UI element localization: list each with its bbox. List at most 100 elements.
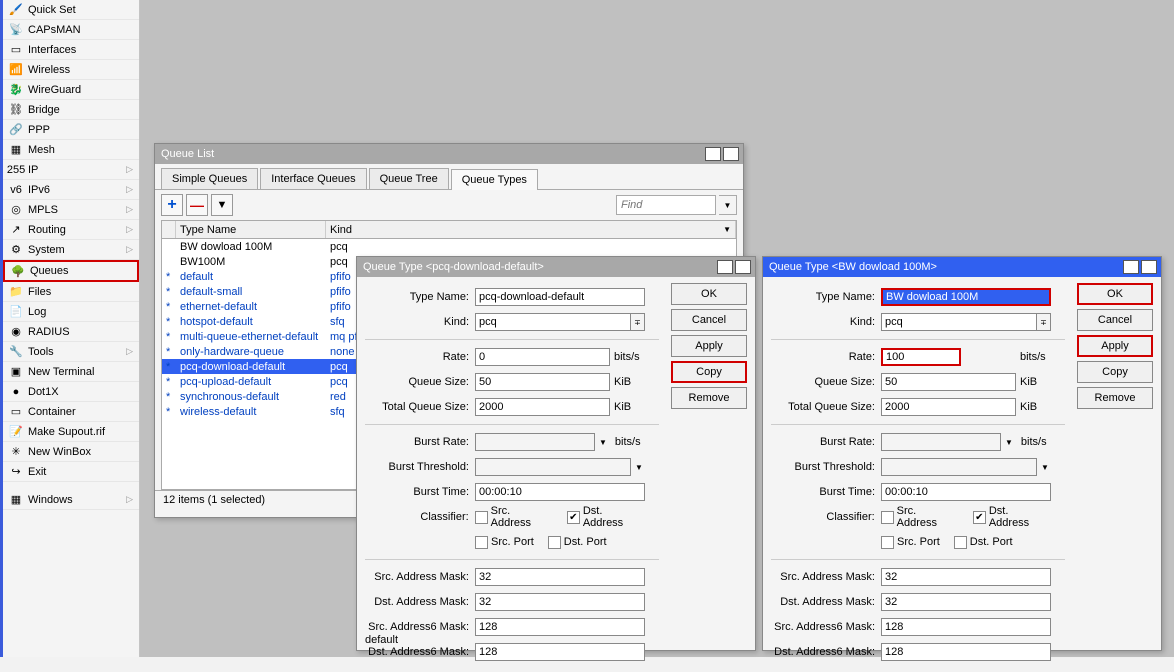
sidebar-item-wireless[interactable]: 📶Wireless xyxy=(3,60,139,80)
window-restore-button[interactable]: ▫ xyxy=(717,260,733,274)
sidebar-item-radius[interactable]: ◉RADIUS xyxy=(3,322,139,342)
sidebar-item-ppp[interactable]: 🔗PPP xyxy=(3,120,139,140)
sidebar-item-system[interactable]: ⚙System▷ xyxy=(3,240,139,260)
sidebar-label: PPP xyxy=(28,124,50,136)
window-restore-button[interactable]: ▫ xyxy=(1123,260,1139,274)
window-titlebar[interactable]: Queue Type <BW dowload 100M> ▫ ✕ xyxy=(763,257,1161,277)
sidebar-item-exit[interactable]: ↪Exit xyxy=(3,462,139,482)
remove-button[interactable]: Remove xyxy=(1077,387,1153,409)
sidebar-item-bridge[interactable]: ⛓Bridge xyxy=(3,100,139,120)
cancel-button[interactable]: Cancel xyxy=(671,309,747,331)
copy-button[interactable]: Copy xyxy=(671,361,747,383)
burst-threshold-input[interactable] xyxy=(475,458,631,476)
dst6-mask-input[interactable] xyxy=(475,643,645,661)
kind-input[interactable] xyxy=(881,313,1037,331)
dst-port-checkbox[interactable] xyxy=(548,536,561,549)
label: Burst Time: xyxy=(365,486,475,498)
burst-rate-input[interactable] xyxy=(881,433,1001,451)
dst-mask-input[interactable] xyxy=(475,593,645,611)
burst-rate-input[interactable] xyxy=(475,433,595,451)
dst-port-checkbox[interactable] xyxy=(954,536,967,549)
sidebar-item-dot1x[interactable]: ●Dot1X xyxy=(3,382,139,402)
sidebar-item-ip[interactable]: 255IP▷ xyxy=(3,160,139,180)
sidebar-item-new-winbox[interactable]: ✳New WinBox xyxy=(3,442,139,462)
col-type-name[interactable]: Type Name xyxy=(176,221,326,238)
sidebar-item-routing[interactable]: ↗Routing▷ xyxy=(3,220,139,240)
sidebar-item-mesh[interactable]: ▦Mesh xyxy=(3,140,139,160)
total-queue-size-input[interactable] xyxy=(881,398,1016,416)
sidebar-label: New WinBox xyxy=(28,446,91,458)
sidebar-item-tools[interactable]: 🔧Tools▷ xyxy=(3,342,139,362)
queue-size-input[interactable] xyxy=(475,373,610,391)
sidebar-item-quick-set[interactable]: 🖌️Quick Set xyxy=(3,0,139,20)
col-kind[interactable]: Kind▼ xyxy=(326,221,736,238)
dst-mask-input[interactable] xyxy=(881,593,1051,611)
window-close-button[interactable]: ✕ xyxy=(723,147,739,161)
filter-button[interactable]: ▼ xyxy=(211,194,233,216)
sidebar-item-container[interactable]: ▭Container xyxy=(3,402,139,422)
rate-input[interactable] xyxy=(881,348,961,366)
src-address-checkbox[interactable] xyxy=(881,511,894,524)
remove-button[interactable]: — xyxy=(186,194,208,216)
kind-input[interactable] xyxy=(475,313,631,331)
remove-button[interactable]: Remove xyxy=(671,387,747,409)
tab-simple-queues[interactable]: Simple Queues xyxy=(161,168,258,189)
sidebar-item-files[interactable]: 📁Files xyxy=(3,282,139,302)
src-port-checkbox[interactable] xyxy=(881,536,894,549)
queue-size-input[interactable] xyxy=(881,373,1016,391)
label: Kind: xyxy=(365,316,475,328)
apply-button[interactable]: Apply xyxy=(1077,335,1153,357)
find-input[interactable] xyxy=(616,195,716,215)
label: Dst. Address xyxy=(583,505,645,529)
dst6-mask-input[interactable] xyxy=(881,643,1051,661)
sidebar-item-new-terminal[interactable]: ▣New Terminal xyxy=(3,362,139,382)
sidebar-item-interfaces[interactable]: ▭Interfaces xyxy=(3,40,139,60)
sidebar-item-mpls[interactable]: ◎MPLS▷ xyxy=(3,200,139,220)
tab-queue-tree[interactable]: Queue Tree xyxy=(369,168,449,189)
sidebar-item-capsman[interactable]: 📡CAPsMAN xyxy=(3,20,139,40)
total-queue-size-input[interactable] xyxy=(475,398,610,416)
sidebar-item-ipv6[interactable]: v6IPv6▷ xyxy=(3,180,139,200)
label: Src. Address6 Mask: xyxy=(365,621,475,633)
apply-button[interactable]: Apply xyxy=(671,335,747,357)
window-restore-button[interactable]: ▫ xyxy=(705,147,721,161)
src6-mask-input[interactable] xyxy=(475,618,645,636)
src-mask-input[interactable] xyxy=(475,568,645,586)
rate-input[interactable] xyxy=(475,348,610,366)
dst-address-checkbox[interactable]: ✔ xyxy=(973,511,986,524)
ok-button[interactable]: OK xyxy=(1077,283,1153,305)
src6-mask-input[interactable] xyxy=(881,618,1051,636)
copy-button[interactable]: Copy xyxy=(1077,361,1153,383)
add-button[interactable]: + xyxy=(161,194,183,216)
kind-dropdown[interactable]: ∓ xyxy=(631,313,645,331)
burst-time-input[interactable] xyxy=(475,483,645,501)
type-name-input[interactable] xyxy=(881,288,1051,306)
dst-address-checkbox[interactable]: ✔ xyxy=(567,511,580,524)
menu-icon: 🌳 xyxy=(11,264,25,278)
cancel-button[interactable]: Cancel xyxy=(1077,309,1153,331)
sidebar-item-wireguard[interactable]: 🐉WireGuard xyxy=(3,80,139,100)
src-port-checkbox[interactable] xyxy=(475,536,488,549)
window-close-button[interactable]: ✕ xyxy=(735,260,751,274)
sidebar-item-queues[interactable]: 🌳Queues xyxy=(3,260,139,282)
burst-time-input[interactable] xyxy=(881,483,1051,501)
find-dropdown[interactable]: ▼ xyxy=(719,195,737,215)
sidebar-item-make-supout.rif[interactable]: 📝Make Supout.rif xyxy=(3,422,139,442)
tab-queue-types[interactable]: Queue Types xyxy=(451,169,538,190)
menu-icon: ↗ xyxy=(9,223,23,237)
table-row[interactable]: BW dowload 100Mpcq xyxy=(162,239,736,254)
burst-threshold-input[interactable] xyxy=(881,458,1037,476)
sidebar-windows[interactable]: ▦ Windows ▷ xyxy=(3,490,139,510)
unit: bits/s xyxy=(1020,351,1046,363)
sidebar-item-log[interactable]: 📄Log xyxy=(3,302,139,322)
window-close-button[interactable]: ✕ xyxy=(1141,260,1157,274)
kind-dropdown[interactable]: ∓ xyxy=(1037,313,1051,331)
chevron-right-icon: ▷ xyxy=(126,346,133,357)
tab-interface-queues[interactable]: Interface Queues xyxy=(260,168,366,189)
type-name-input[interactable] xyxy=(475,288,645,306)
src-address-checkbox[interactable] xyxy=(475,511,488,524)
window-titlebar[interactable]: Queue List ▫ ✕ xyxy=(155,144,743,164)
window-titlebar[interactable]: Queue Type <pcq-download-default> ▫ ✕ xyxy=(357,257,755,277)
src-mask-input[interactable] xyxy=(881,568,1051,586)
ok-button[interactable]: OK xyxy=(671,283,747,305)
